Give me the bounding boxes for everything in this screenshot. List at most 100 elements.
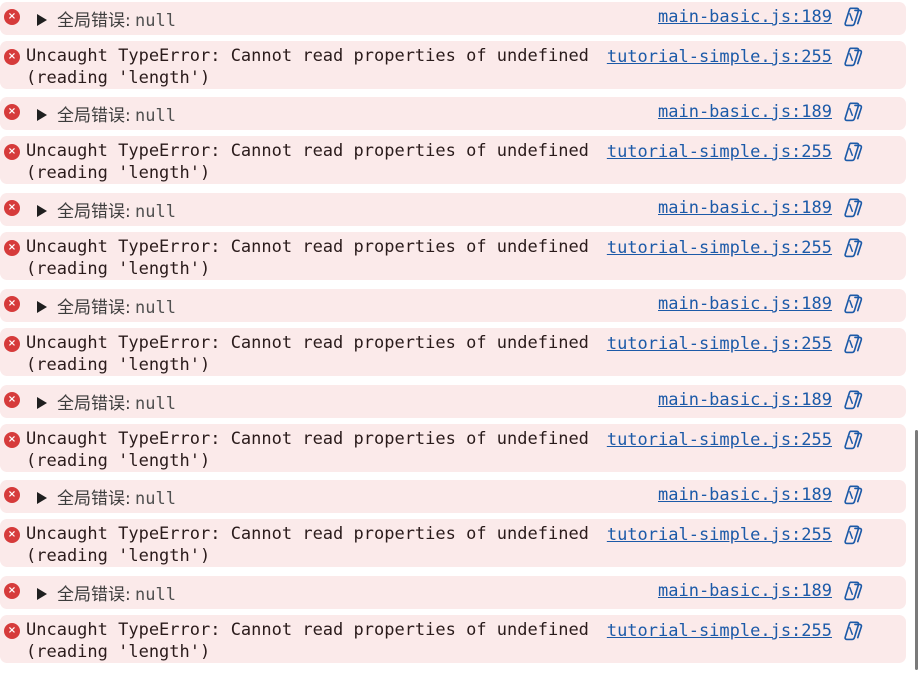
source-location-link[interactable]: main-basic.js:189	[658, 293, 832, 315]
error-message-line: (reading 'length')	[26, 642, 211, 662]
source-location-link[interactable]: main-basic.js:189	[658, 389, 832, 411]
console-panel: × 全局错误: null main-basic.js:189 × Uncaught Ty…	[0, 0, 919, 674]
console-message-global-error[interactable]: × 全局错误: null main-basic.js:189	[0, 480, 906, 513]
error-message: Uncaught TypeError: Cannot read properti…	[26, 45, 589, 89]
error-circle-icon: ×	[4, 296, 20, 312]
error-message-line: Uncaught TypeError: Cannot read properti…	[26, 141, 589, 161]
copilot-explain-icon[interactable]	[842, 524, 864, 546]
copilot-explain-icon[interactable]	[842, 429, 864, 451]
error-circle-icon: ×	[4, 623, 20, 639]
source-location-link[interactable]: main-basic.js:189	[658, 484, 832, 506]
console-message-global-error[interactable]: × 全局错误: null main-basic.js:189	[0, 2, 906, 35]
error-circle-icon: ×	[4, 487, 20, 503]
global-error-label: 全局错误:	[57, 202, 131, 222]
global-error-label: 全局错误:	[57, 298, 131, 318]
console-message-typeerror[interactable]: × Uncaught TypeError: Cannot read propert…	[0, 424, 906, 472]
source-location-link[interactable]: tutorial-simple.js:255	[607, 46, 832, 68]
console-message-typeerror[interactable]: × Uncaught TypeError: Cannot read propert…	[0, 41, 906, 89]
copilot-explain-icon[interactable]	[842, 46, 864, 68]
global-error-label: 全局错误:	[57, 11, 131, 31]
expand-triangle-icon[interactable]	[37, 301, 47, 313]
error-message-line: (reading 'length')	[26, 355, 211, 375]
console-message-global-error[interactable]: × 全局错误: null main-basic.js:189	[0, 385, 906, 418]
copilot-explain-icon[interactable]	[842, 197, 864, 219]
console-message-global-error[interactable]: × 全局错误: null main-basic.js:189	[0, 97, 906, 130]
copilot-explain-icon[interactable]	[842, 6, 864, 28]
error-circle-icon: ×	[4, 583, 20, 599]
error-message: Uncaught TypeError: Cannot read properti…	[26, 236, 589, 280]
expand-triangle-icon[interactable]	[37, 588, 47, 600]
error-message-line: Uncaught TypeError: Cannot read properti…	[26, 620, 589, 640]
global-error-text: 全局错误: null	[57, 105, 176, 127]
source-location-link[interactable]: tutorial-simple.js:255	[607, 524, 832, 546]
error-message: Uncaught TypeError: Cannot read properti…	[26, 140, 589, 184]
source-location-link[interactable]: tutorial-simple.js:255	[607, 237, 832, 259]
global-error-value: null	[134, 202, 176, 222]
error-message-line: (reading 'length')	[26, 259, 211, 279]
source-location-link[interactable]: tutorial-simple.js:255	[607, 141, 832, 163]
global-error-text: 全局错误: null	[57, 488, 176, 510]
console-message-global-error[interactable]: × 全局错误: null main-basic.js:189	[0, 289, 906, 322]
source-location-link[interactable]: main-basic.js:189	[658, 6, 832, 28]
error-message-line: Uncaught TypeError: Cannot read properti…	[26, 524, 589, 544]
copilot-explain-icon[interactable]	[842, 389, 864, 411]
source-location-link[interactable]: main-basic.js:189	[658, 197, 832, 219]
error-message-line: (reading 'length')	[26, 546, 211, 566]
global-error-value: null	[134, 489, 176, 509]
global-error-label: 全局错误:	[57, 489, 131, 509]
expand-triangle-icon[interactable]	[37, 492, 47, 504]
error-circle-icon: ×	[4, 240, 20, 256]
error-circle-icon: ×	[4, 104, 20, 120]
console-message-typeerror[interactable]: × Uncaught TypeError: Cannot read propert…	[0, 232, 906, 280]
console-message-typeerror[interactable]: × Uncaught TypeError: Cannot read propert…	[0, 519, 906, 567]
error-message-line: Uncaught TypeError: Cannot read properti…	[26, 237, 589, 257]
error-circle-icon: ×	[4, 144, 20, 160]
scrollbar-thumb[interactable]	[915, 430, 918, 670]
error-circle-icon: ×	[4, 432, 20, 448]
copilot-explain-icon[interactable]	[842, 484, 864, 506]
console-message-typeerror[interactable]: × Uncaught TypeError: Cannot read propert…	[0, 615, 906, 663]
expand-triangle-icon[interactable]	[37, 205, 47, 217]
source-location-link[interactable]: tutorial-simple.js:255	[607, 333, 832, 355]
error-message-line: Uncaught TypeError: Cannot read properti…	[26, 333, 589, 353]
expand-triangle-icon[interactable]	[37, 397, 47, 409]
error-circle-icon: ×	[4, 527, 20, 543]
console-message-global-error[interactable]: × 全局错误: null main-basic.js:189	[0, 576, 906, 609]
global-error-label: 全局错误:	[57, 394, 131, 414]
console-message-typeerror[interactable]: × Uncaught TypeError: Cannot read propert…	[0, 328, 906, 376]
source-location-link[interactable]: main-basic.js:189	[658, 580, 832, 602]
global-error-label: 全局错误:	[57, 106, 131, 126]
error-message-line: (reading 'length')	[26, 163, 211, 183]
source-location-link[interactable]: tutorial-simple.js:255	[607, 620, 832, 642]
global-error-value: null	[134, 585, 176, 605]
global-error-text: 全局错误: null	[57, 297, 176, 319]
global-error-text: 全局错误: null	[57, 393, 176, 415]
source-location-link[interactable]: tutorial-simple.js:255	[607, 429, 832, 451]
copilot-explain-icon[interactable]	[842, 141, 864, 163]
error-message: Uncaught TypeError: Cannot read properti…	[26, 523, 589, 567]
global-error-value: null	[134, 394, 176, 414]
error-message-line: (reading 'length')	[26, 68, 211, 88]
error-circle-icon: ×	[4, 336, 20, 352]
error-circle-icon: ×	[4, 200, 20, 216]
copilot-explain-icon[interactable]	[842, 101, 864, 123]
error-message: Uncaught TypeError: Cannot read properti…	[26, 619, 589, 663]
copilot-explain-icon[interactable]	[842, 333, 864, 355]
copilot-explain-icon[interactable]	[842, 580, 864, 602]
expand-triangle-icon[interactable]	[37, 14, 47, 26]
error-circle-icon: ×	[4, 49, 20, 65]
copilot-explain-icon[interactable]	[842, 620, 864, 642]
error-message-line: Uncaught TypeError: Cannot read properti…	[26, 429, 589, 449]
source-location-link[interactable]: main-basic.js:189	[658, 101, 832, 123]
global-error-value: null	[134, 11, 176, 31]
expand-triangle-icon[interactable]	[37, 109, 47, 121]
error-message: Uncaught TypeError: Cannot read properti…	[26, 332, 589, 376]
copilot-explain-icon[interactable]	[842, 237, 864, 259]
global-error-value: null	[134, 298, 176, 318]
error-message-line: (reading 'length')	[26, 451, 211, 471]
copilot-explain-icon[interactable]	[842, 293, 864, 315]
global-error-label: 全局错误:	[57, 585, 131, 605]
console-message-typeerror[interactable]: × Uncaught TypeError: Cannot read propert…	[0, 136, 906, 184]
console-message-global-error[interactable]: × 全局错误: null main-basic.js:189	[0, 193, 906, 226]
error-message: Uncaught TypeError: Cannot read properti…	[26, 428, 589, 472]
